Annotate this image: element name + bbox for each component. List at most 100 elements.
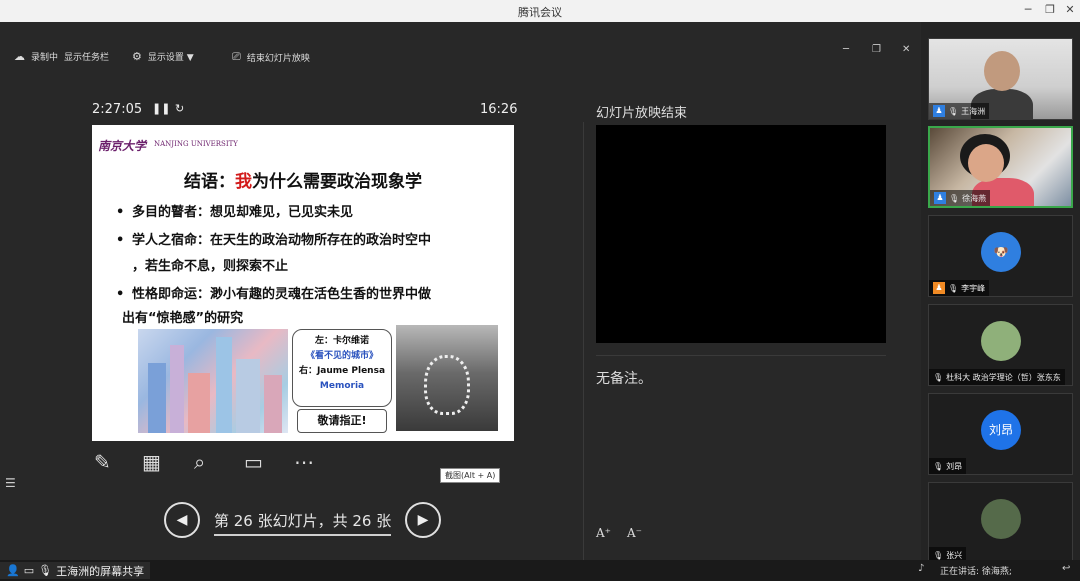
mic-muted-icon: 🎙 (933, 461, 944, 471)
participant-tag: ♟ 🎙 徐海燕 (930, 190, 991, 206)
mic-icon: 🎙 (949, 193, 960, 203)
screen-share-indicator[interactable]: 👤 ▭ 🎙 王海洲的屏幕共享 (0, 562, 151, 579)
close-button[interactable]: ✕ (1062, 2, 1078, 18)
slide-counter-underline (214, 534, 391, 536)
presenter-view: ☁ 录制中 显示任务栏 ⚙ 显示设置 ▼ ⎚ 结束幻灯片放映 ─ ❐ ✕ 2:2… (0, 22, 921, 560)
initials-avatar: 刘昂 (981, 410, 1021, 450)
end-slideshow-button[interactable]: ⎚ 结束幻灯片放映 (232, 50, 310, 64)
participant-name: 徐海燕 (962, 193, 987, 203)
participant-tile-active[interactable]: ♟ 🎙 徐海燕 (928, 126, 1073, 208)
speaking-indicator: 正在讲话: 徐海燕; (940, 567, 1012, 577)
taskbar-button[interactable]: ☁ 录制中 显示任务栏 (14, 50, 109, 63)
thanks-box: 敬请指正! (297, 409, 387, 433)
slide-title-rest: 为什么需要政治现象学 (252, 172, 422, 192)
dog-avatar: 🐶 (981, 232, 1021, 272)
current-slide: 南京大学 NANJING UNIVERSITY 结语：我为什么需要政治现象学 多… (92, 125, 514, 441)
font-increase-button[interactable]: A⁺ (596, 526, 611, 540)
window-title: 腾讯会议 (518, 6, 562, 19)
user-icon: 👤 (6, 564, 20, 577)
font-decrease-button[interactable]: A⁻ (627, 526, 642, 540)
window-titlebar: 腾讯会议 ─ ❐ ✕ (0, 0, 1080, 22)
back-icon[interactable]: ↩ (1062, 563, 1070, 574)
maximize-button[interactable]: ❐ (1042, 2, 1058, 18)
display-settings-label: 显示设置 ▼ (147, 53, 194, 63)
screenshot-tooltip: 截图(Alt + A) (440, 468, 501, 483)
participant-name: 张兴 (946, 550, 963, 560)
slides-grid-icon[interactable]: ▦ (142, 450, 161, 474)
presenter-restore-button[interactable]: ❐ (872, 44, 881, 55)
guest-icon: ♟ (933, 282, 945, 294)
pen-icon[interactable]: ✎ (94, 450, 111, 474)
participant-tile[interactable]: 🐶 ♟ 🎙 李宇峰 (928, 215, 1073, 297)
previous-slide-button[interactable]: ◀ (164, 502, 200, 538)
mic-muted-icon: 🎙 (933, 372, 944, 382)
university-logo: 南京大学 (98, 139, 147, 153)
caption-work: Memoria (319, 381, 365, 391)
participant-name: 王海洲 (961, 106, 986, 116)
participant-tile[interactable]: 🎙 张兴 (928, 482, 1073, 564)
next-slide-button[interactable]: ▶ (405, 502, 441, 538)
slide-title: 结语：我为什么需要政治现象学 (92, 167, 514, 192)
participant-tile[interactable]: 刘昂 🎙 刘昂 (928, 393, 1073, 475)
participant-tile[interactable]: 🎙 杜科大 政治学理论（哲）张东东 (928, 304, 1073, 386)
end-show-icon: ⎚ (232, 50, 241, 63)
mic-muted-icon: 🎙 (933, 550, 944, 560)
pane-divider (583, 122, 584, 560)
current-time: 16:26 (480, 102, 518, 117)
participant-tag: ♟ 🎙 王海洲 (929, 103, 990, 119)
screen-icon: ▭ (23, 564, 35, 577)
caption-right: 右：Jaume Plensa (298, 366, 386, 376)
pause-icon[interactable]: ❚❚ (152, 102, 170, 115)
participant-tag: 🎙 杜科大 政治学理论（哲）张东东 (929, 369, 1065, 385)
screen-draw-icon[interactable]: ▭ (244, 450, 263, 474)
cohost-icon: ♟ (934, 192, 946, 204)
slide-title-prefix: 结语： (184, 172, 235, 192)
next-slide-preview (596, 125, 886, 343)
photo-avatar (981, 499, 1021, 539)
invisible-cities-illustration (138, 329, 288, 433)
image-caption: 左：卡尔维诺 《看不见的城市》 右：Jaume Plensa Memoria (292, 329, 392, 407)
zoom-icon[interactable]: ⌕ (194, 450, 205, 474)
presenter-minimize-button[interactable]: ─ (843, 44, 849, 55)
slide-counter[interactable]: 第 26 张幻灯片，共 26 张 (214, 510, 391, 531)
participant-tag: ♟ 🎙 李宇峰 (929, 280, 990, 296)
mic-icon: 🎙 (948, 106, 959, 116)
elapsed-timer: 2:27:05 (92, 102, 143, 117)
participant-tag: 🎙 刘昂 (929, 458, 967, 474)
cloud-icon: ☁ (14, 50, 25, 63)
landscape-avatar (981, 321, 1021, 361)
participants-panel: ♟ 🎙 王海洲 ♟ 🎙 徐海燕 🐶 ♟ 🎙 李宇峰 🎙 杜科大 政治学理论（哲）… (921, 22, 1080, 564)
restart-timer-icon[interactable]: ↻ (175, 102, 184, 115)
slide-bullet-continuation: 出有“惊艳感”的研究 (122, 311, 244, 326)
sharing-label: 王海洲的屏幕共享 (56, 564, 145, 578)
slide-bullet: 性格即命运：渺小有趣的灵魂在活色生香的世界中做 (116, 282, 492, 308)
slide-bullet-continuation: ，若生命不息，则探索不止 (132, 259, 289, 274)
more-options-icon[interactable]: ⋯ (294, 450, 314, 474)
taskbar-label: 显示任务栏 (64, 53, 110, 63)
participant-name: 杜科大 政治学理论（哲）张东东 (946, 372, 1061, 382)
end-slideshow-label: 结束幻灯片放映 (246, 53, 310, 64)
participant-name: 刘昂 (946, 461, 963, 471)
settings-icon: ⚙ (132, 50, 142, 63)
display-settings-button[interactable]: ⚙ 显示设置 ▼ (132, 50, 194, 63)
slide-title-highlight: 我 (235, 172, 252, 192)
sculpture-photo (396, 325, 498, 431)
status-bar: 👤 ▭ 🎙 王海洲的屏幕共享 ♪ 正在讲话: 徐海燕; ↩ (0, 560, 1080, 581)
speaker-notes: 无备注。 (596, 371, 652, 387)
university-logo-en: NANJING UNIVERSITY (154, 140, 238, 148)
list-icon[interactable]: ☰ (5, 476, 16, 490)
caption-left: 左：卡尔维诺 (314, 336, 369, 346)
mic-muted-icon: 🎙 (948, 283, 959, 293)
slide-bullet: 多目的瞽者：想见却难见，已见实未见 (116, 200, 492, 226)
minimize-button[interactable]: ─ (1020, 2, 1036, 18)
notes-divider (596, 355, 886, 356)
presenter-close-button[interactable]: ✕ (902, 44, 910, 55)
slide-bullet: 学人之宿命：在天生的政治动物所存在的政治时空中 (116, 228, 492, 254)
next-slide-label: 幻灯片放映结束 (596, 106, 688, 121)
caption-book: 《看不见的城市》 (305, 351, 378, 361)
participant-name: 李宇峰 (961, 283, 986, 293)
participant-tile[interactable]: ♟ 🎙 王海洲 (928, 38, 1073, 120)
mic-icon: 🎙 (38, 564, 53, 577)
speaker-icon: ♪ (918, 563, 925, 574)
host-icon: ♟ (933, 105, 945, 117)
